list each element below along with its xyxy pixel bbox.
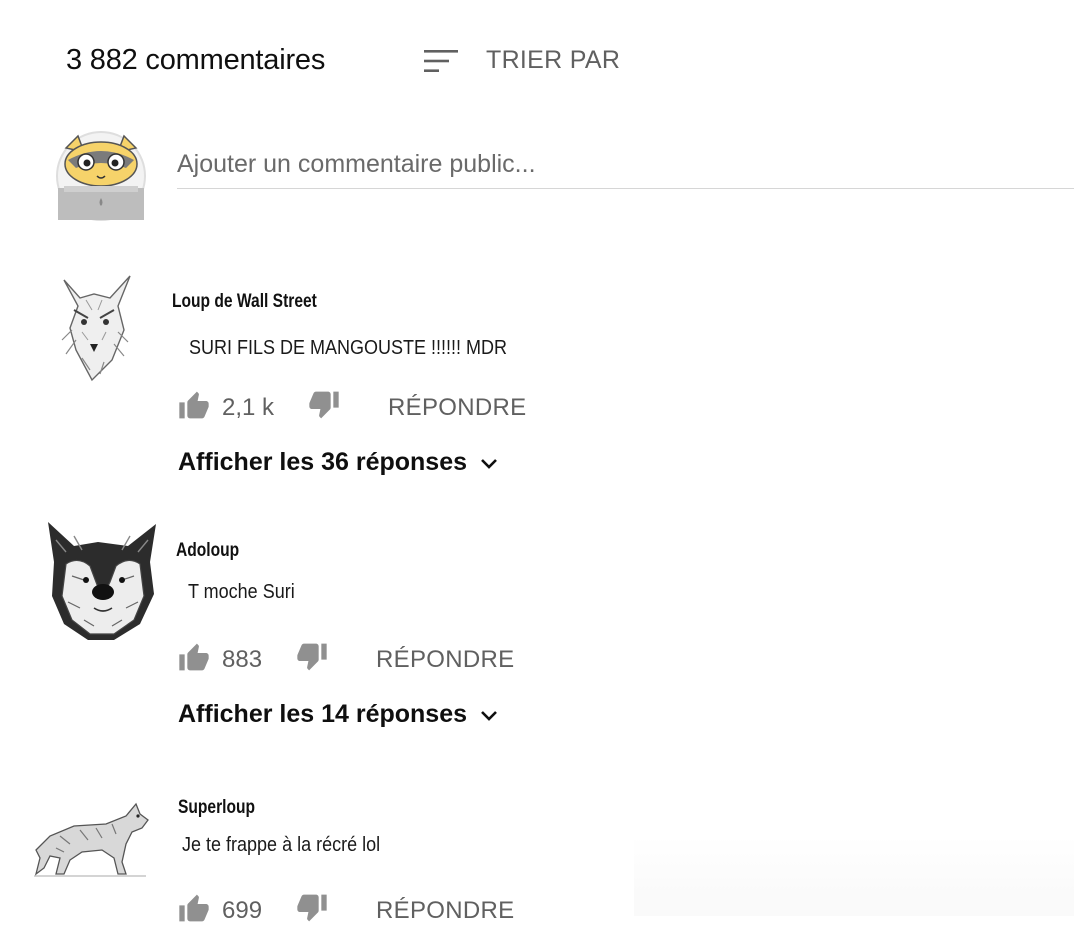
view-replies-label: Afficher les 14 réponses bbox=[178, 700, 468, 728]
chevron-down-icon bbox=[467, 700, 499, 729]
commenter-avatar[interactable] bbox=[52, 270, 136, 388]
comment-text: T moche Suri bbox=[188, 581, 295, 603]
view-replies-button[interactable]: Afficher les 14 réponses bbox=[178, 700, 499, 729]
comment-text: SURI FILS DE MANGOUSTE !!!!!! MDR bbox=[189, 337, 508, 359]
sort-icon bbox=[422, 47, 460, 75]
thumbs-down-icon bbox=[296, 893, 328, 928]
thumbs-up-icon bbox=[178, 390, 210, 425]
sort-label: TRIER PAR bbox=[486, 46, 621, 74]
thumbs-down-icon bbox=[296, 642, 328, 677]
commenter-avatar[interactable] bbox=[44, 516, 160, 644]
comment-author[interactable]: Adoloup bbox=[176, 540, 239, 562]
bottom-fade bbox=[634, 836, 1074, 916]
thumbs-up-icon bbox=[178, 642, 210, 677]
user-avatar[interactable] bbox=[52, 130, 150, 222]
comment-count: 3 882 commentaires bbox=[66, 44, 326, 76]
like-count: 883 bbox=[222, 645, 263, 673]
comment-author[interactable]: Superloup bbox=[178, 797, 255, 819]
like-count: 2,1 k bbox=[222, 393, 275, 421]
comment-text: Je te frappe à la récré lol bbox=[182, 834, 381, 856]
commenter-avatar[interactable] bbox=[30, 796, 150, 878]
thumbs-up-icon bbox=[178, 893, 210, 928]
thumbs-down-icon bbox=[308, 390, 340, 425]
like-button[interactable]: 699 bbox=[178, 893, 262, 928]
dislike-button[interactable] bbox=[296, 642, 328, 677]
comment-author[interactable]: Loup de Wall Street bbox=[172, 291, 317, 313]
like-button[interactable]: 883 bbox=[178, 642, 262, 677]
reply-button[interactable]: RÉPONDRE bbox=[388, 394, 526, 422]
reply-button[interactable]: RÉPONDRE bbox=[376, 897, 514, 925]
dislike-button[interactable] bbox=[308, 390, 340, 425]
like-count: 699 bbox=[222, 896, 263, 924]
sort-button[interactable]: TRIER PAR bbox=[422, 46, 620, 75]
reply-button[interactable]: RÉPONDRE bbox=[376, 646, 514, 674]
like-button[interactable]: 2,1 k bbox=[178, 390, 274, 425]
add-comment-input[interactable] bbox=[177, 140, 1074, 189]
chevron-down-icon bbox=[467, 448, 499, 477]
view-replies-button[interactable]: Afficher les 36 réponses bbox=[178, 448, 499, 477]
view-replies-label: Afficher les 36 réponses bbox=[178, 448, 468, 476]
dislike-button[interactable] bbox=[296, 893, 328, 928]
